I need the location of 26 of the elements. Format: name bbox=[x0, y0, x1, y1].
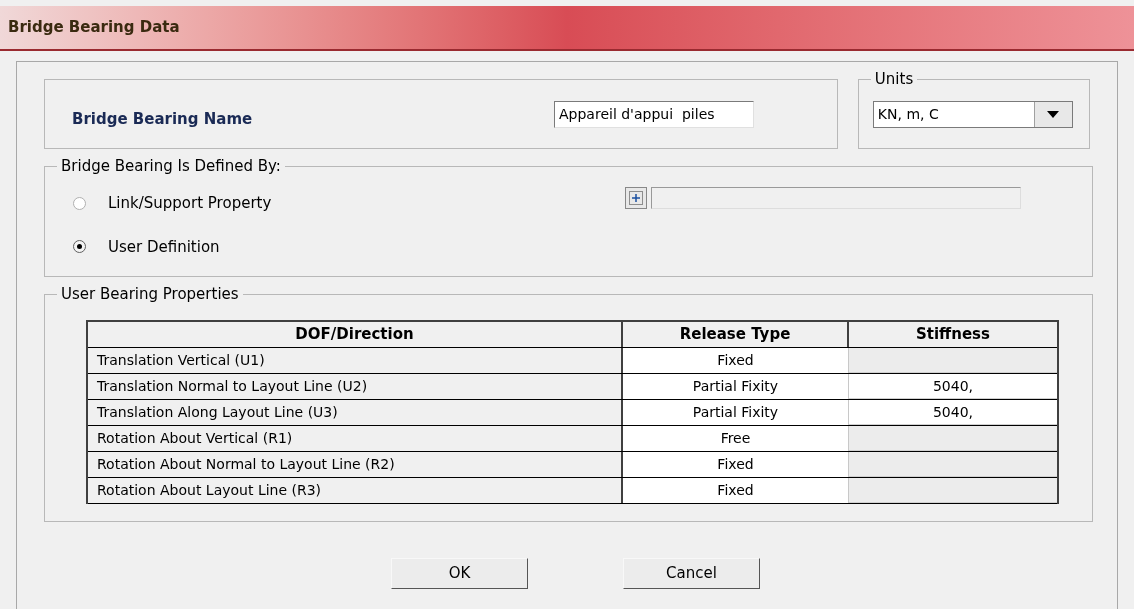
radio-button[interactable] bbox=[73, 196, 86, 210]
table-cell[interactable]: 5040, bbox=[849, 374, 1057, 399]
window-title: Bridge Bearing Data bbox=[8, 17, 180, 39]
add-button[interactable] bbox=[625, 187, 647, 209]
table-cell[interactable] bbox=[849, 478, 1057, 503]
dialog-button[interactable]: Cancel bbox=[623, 558, 760, 589]
table-cell[interactable] bbox=[849, 348, 1057, 373]
dialog-button[interactable]: OK bbox=[391, 558, 528, 589]
plus-icon bbox=[629, 191, 643, 205]
table-cell[interactable]: Partial Fixity bbox=[623, 400, 849, 425]
radio-label[interactable]: User Definition bbox=[108, 235, 220, 258]
table-cell[interactable]: Fixed bbox=[623, 452, 849, 477]
units-dropdown[interactable]: KN, m, C bbox=[872, 100, 1073, 128]
radio-button[interactable] bbox=[73, 240, 86, 254]
field-label: Bridge Bearing Name bbox=[72, 108, 254, 130]
table-cell[interactable]: Partial Fixity bbox=[623, 374, 849, 399]
group-label: User Bearing Properties bbox=[57, 284, 243, 304]
table-cell[interactable]: Free bbox=[623, 426, 849, 451]
name-field[interactable]: Appareil d'appui piles bbox=[554, 100, 754, 128]
table-cell[interactable]: 5040, bbox=[849, 400, 1057, 425]
table-cell[interactable] bbox=[849, 452, 1057, 477]
table-cell[interactable]: Fixed bbox=[623, 348, 849, 373]
radio-label[interactable]: Link/Support Property bbox=[108, 192, 272, 215]
table-cell[interactable]: Fixed bbox=[623, 478, 849, 503]
group-label: Bridge Bearing Is Defined By: bbox=[57, 156, 285, 176]
table-cell[interactable] bbox=[849, 426, 1057, 451]
